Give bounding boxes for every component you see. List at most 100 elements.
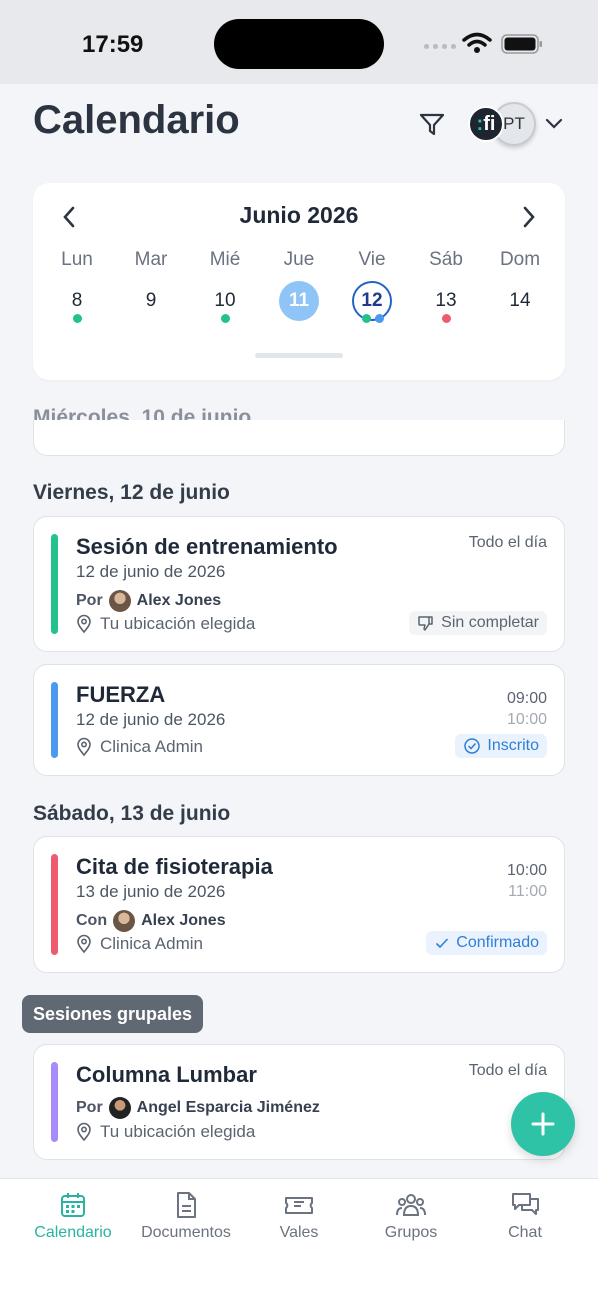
- event-end-time: 10:00: [506, 711, 547, 728]
- weekday-label: Sáb: [429, 249, 463, 270]
- calendar-icon: [61, 1193, 85, 1217]
- chevron-down-icon[interactable]: [544, 116, 564, 132]
- add-event-button[interactable]: [511, 1092, 575, 1156]
- event-dot: [441, 314, 451, 323]
- location-pin-icon: [77, 934, 91, 954]
- users-icon: [396, 1194, 426, 1216]
- avatar: [113, 910, 136, 932]
- event-dot: [220, 314, 230, 323]
- weekday-label: Vie: [358, 249, 386, 270]
- signal-icon: [424, 44, 456, 49]
- weekday-label: Dom: [499, 249, 541, 270]
- dynamic-island: [214, 19, 384, 69]
- event-dot: [72, 314, 82, 323]
- event-card[interactable]: Columna Lumbar Por Angel Esparcia Jiméne…: [33, 1044, 565, 1160]
- weekday-label: Lun: [61, 249, 93, 270]
- host-prefix: Por: [76, 592, 103, 609]
- event-color-bar: [51, 534, 58, 634]
- event-time: 10:00 11:00: [507, 860, 547, 902]
- battery-icon: [501, 34, 542, 54]
- weekday-label: Mar: [134, 249, 168, 270]
- event-card[interactable]: Sesión de entrenamiento 12 de junio de 2…: [33, 516, 565, 652]
- account-switcher[interactable]: PT : fi: [468, 100, 548, 150]
- event-location: Clinica Admin: [76, 737, 203, 757]
- event-card-collapsed[interactable]: [33, 420, 565, 456]
- status-badge: Confirmado: [426, 931, 547, 955]
- avatar: [108, 1097, 131, 1119]
- chat-icon: [512, 1193, 539, 1215]
- avatar: [108, 590, 131, 612]
- location-text: Tu ubicación elegida: [100, 1122, 256, 1141]
- host-name: Alex Jones: [136, 592, 222, 609]
- tab-label: Chat: [508, 1224, 542, 1241]
- event-time: 09:00 10:00: [507, 688, 547, 730]
- week-calendar: Junio 2026 Lun Mar Mié Jue Vie Sáb Dom 8…: [33, 183, 565, 380]
- chevron-right-icon[interactable]: [521, 205, 537, 229]
- location-pin-icon: [77, 737, 91, 757]
- check-circle-icon: [464, 738, 481, 754]
- event-end-time: 11:00: [508, 883, 547, 900]
- plus-icon: [531, 1112, 555, 1136]
- status-bar: 17:59: [0, 0, 598, 84]
- calendar-day[interactable]: 14: [500, 281, 540, 321]
- event-dot: [361, 314, 371, 323]
- event-location: Tu ubicación elegida: [76, 1122, 255, 1142]
- weekday-label: Mié: [209, 249, 241, 270]
- host-prefix: Con: [76, 912, 108, 929]
- section-date-heading: Sábado, 13 de junio: [33, 802, 231, 825]
- bottom-tab-bar: Calendario Documentos Vales Grupos Chat: [0, 1178, 598, 1300]
- tab-vales[interactable]: Vales: [244, 1191, 354, 1242]
- calendar-day[interactable]: 9: [131, 281, 171, 321]
- calendar-day-today[interactable]: 11: [279, 281, 319, 321]
- host-prefix: Por: [76, 1099, 103, 1116]
- tab-grupos[interactable]: Grupos: [356, 1191, 466, 1242]
- tab-label: Calendario: [34, 1224, 112, 1241]
- thumbs-down-icon: [418, 616, 433, 631]
- event-card[interactable]: Cita de fisioterapia 13 de junio de 2026…: [33, 836, 565, 973]
- location-text: Tu ubicación elegida: [100, 614, 256, 633]
- event-title: Sesión de entrenamiento: [76, 534, 338, 559]
- section-date-heading: Viernes, 12 de junio: [33, 481, 230, 504]
- event-date: 13 de junio de 2026: [76, 882, 226, 901]
- status-time: 17:59: [82, 31, 144, 58]
- filter-icon[interactable]: [418, 112, 446, 138]
- calendar-month: Junio 2026: [239, 202, 359, 228]
- event-host: Por Angel Esparcia Jiménez: [76, 1097, 320, 1119]
- tab-label: Grupos: [384, 1224, 438, 1241]
- weekday-label: Jue: [283, 249, 315, 270]
- tab-calendario[interactable]: Calendario: [18, 1191, 128, 1242]
- event-location: Tu ubicación elegida: [76, 614, 255, 634]
- status-badge: Sin completar: [409, 611, 547, 635]
- page-title: Calendario: [33, 98, 240, 142]
- event-time: Todo el día: [468, 1062, 547, 1079]
- event-color-bar: [51, 1062, 58, 1142]
- event-title: Columna Lumbar: [76, 1062, 257, 1087]
- expand-handle[interactable]: [255, 353, 343, 358]
- group-sessions-label: Sesiones grupales: [22, 995, 204, 1033]
- host-name: Alex Jones: [141, 912, 226, 929]
- event-time: Todo el día: [468, 534, 547, 551]
- event-color-bar: [51, 682, 58, 758]
- tab-label: Vales: [279, 1224, 319, 1241]
- document-icon: [177, 1192, 196, 1218]
- event-start-time: 10:00: [506, 862, 547, 879]
- wifi-icon: [462, 32, 492, 53]
- status-badge: Inscrito: [455, 734, 547, 758]
- event-host: Con Alex Jones: [76, 910, 226, 932]
- event-host: Por Alex Jones: [76, 590, 221, 612]
- tab-documentos[interactable]: Documentos: [131, 1191, 241, 1242]
- calendar-day-selected[interactable]: 12: [352, 281, 392, 321]
- location-pin-icon: [77, 1122, 91, 1142]
- check-icon: [436, 938, 449, 949]
- location-text: Clinica Admin: [100, 737, 203, 756]
- location-pin-icon: [77, 614, 91, 634]
- event-start-time: 09:00: [506, 690, 547, 707]
- tab-label: Documentos: [141, 1224, 231, 1241]
- event-date: 12 de junio de 2026: [76, 710, 226, 729]
- clinic-logo: : fi: [468, 106, 504, 142]
- event-title: Cita de fisioterapia: [76, 854, 273, 879]
- event-location: Clinica Admin: [76, 934, 203, 954]
- ticket-icon: [285, 1197, 313, 1214]
- event-card[interactable]: FUERZA 12 de junio de 2026 Clinica Admin…: [33, 664, 565, 776]
- tab-chat[interactable]: Chat: [470, 1191, 580, 1242]
